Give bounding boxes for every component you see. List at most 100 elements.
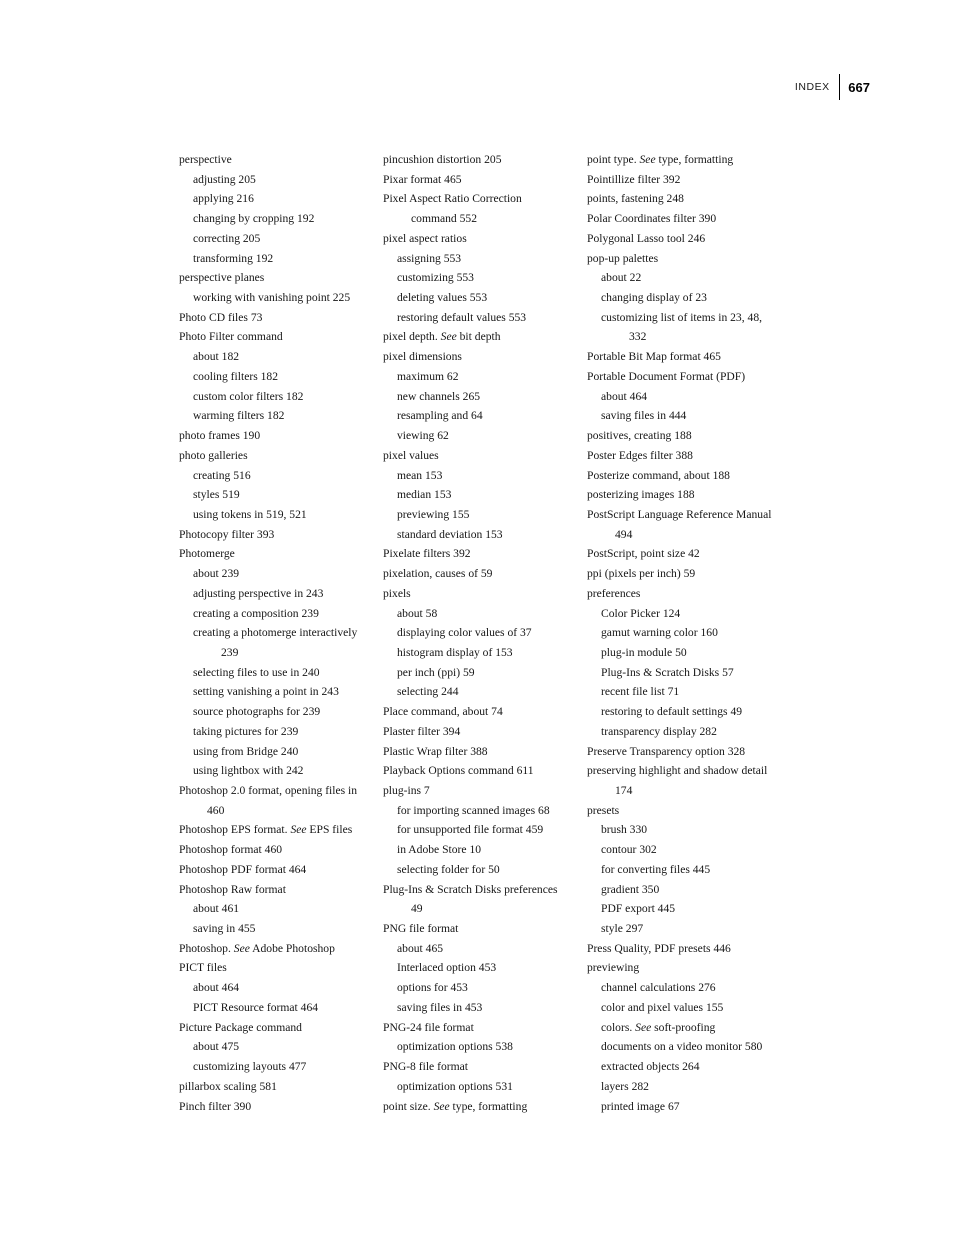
index-entry-main: Photomerge — [179, 547, 235, 561]
index-entry-main: Photoshop. See Adobe Photoshop — [179, 941, 335, 955]
index-entry-sub: saving in 455 — [193, 922, 256, 936]
index-entry-main: perspective planes — [179, 271, 265, 285]
index-entry-main: plug-ins 7 — [383, 784, 430, 797]
index-entry-main: Pinch filter 390 — [179, 1099, 252, 1113]
see-cross-reference: See — [639, 153, 656, 166]
index-entry-sub: maximum 62 — [397, 369, 459, 383]
index-entry-sub: cooling filters 182 — [193, 369, 279, 383]
index-entry-main: PNG file format — [383, 922, 459, 936]
index-entry-main: pixel values — [383, 448, 439, 462]
index-entry-main: PNG-24 file format — [383, 1020, 474, 1034]
index-entry-sub: style 297 — [601, 922, 644, 936]
index-entry-sub: assigning 553 — [397, 251, 462, 265]
index-entry-sub: creating a composition 239 — [193, 606, 319, 620]
see-cross-reference: See — [233, 941, 250, 955]
index-entry-sub: about 464 — [601, 389, 648, 403]
index-entry-main: photo frames 190 — [179, 429, 261, 443]
page-number: 667 — [848, 79, 870, 95]
index-entry-main: presets — [587, 803, 620, 817]
running-head-label: INDEX — [794, 80, 830, 93]
index-entry-sub: plug-in module 50 — [601, 645, 687, 659]
index-entry-sub: creating 516 — [193, 468, 251, 482]
index-entry-sub: deleting values 553 — [397, 291, 488, 305]
index-entry-sub: creating a photomerge interactively 239 — [193, 626, 358, 659]
index-entry-main: Photocopy filter 393 — [179, 527, 275, 541]
index-entry-sub: optimization options 538 — [397, 1040, 513, 1054]
index-entry-sub: transforming 192 — [193, 251, 274, 265]
index-entry-sub: about 461 — [193, 902, 240, 916]
index-entry-sub: setting vanishing a point in 243 — [193, 685, 339, 699]
index-entry-sub: selecting folder for 50 — [397, 862, 500, 876]
index-entry-sub: extracted objects 264 — [601, 1060, 700, 1074]
index-entry-sub: resampling and 64 — [397, 409, 483, 423]
index-entry-sub: using tokens in 519, 521 — [193, 507, 307, 521]
index-entry-sub: warming filters 182 — [193, 409, 285, 423]
index-entry-sub: PICT Resource format 464 — [193, 1000, 319, 1014]
index-entry-main: Plug-Ins & Scratch Disks preferences 49 — [383, 882, 558, 916]
index-entry-sub: selecting files to use in 240 — [193, 665, 320, 679]
page-running-head: INDEX 667 — [0, 74, 954, 100]
index-entry-sub: customizing list of items in 23, 48, 332 — [601, 310, 763, 344]
index-entry-sub: about 475 — [193, 1040, 240, 1054]
index-entry-main: Photo Filter command — [179, 330, 283, 344]
index-entry-main: preserving highlight and shadow detail 1… — [587, 764, 768, 797]
index-entry-main: Pixar format 465 — [383, 172, 462, 186]
index-entry-main: Photoshop EPS format. See EPS files — [179, 823, 353, 837]
index-entry-sub: gamut warning color 160 — [601, 626, 718, 640]
index-entry-sub: saving files in 444 — [601, 409, 687, 423]
index-entry-sub: previewing 155 — [397, 507, 470, 521]
index-entry-sub: working with vanishing point 225 — [193, 291, 351, 305]
index-entry-main: PostScript, point size 42 — [587, 547, 700, 561]
index-entry-sub: changing by cropping 192 — [193, 212, 315, 226]
index-entry-sub: selecting 244 — [397, 685, 459, 699]
index-entry-sub: applying 216 — [193, 192, 254, 206]
index-entry-sub: displaying color values of 37 — [397, 626, 532, 640]
index-entry-main: Photoshop format 460 — [179, 843, 283, 857]
index-entry-sub: Plug-Ins & Scratch Disks 57 — [601, 665, 734, 679]
index-entry-main: pixel aspect ratios — [383, 231, 467, 245]
index-entry-main: Playback Options command 611 — [383, 764, 534, 778]
index-entry-sub: correcting 205 — [193, 231, 261, 245]
index-entry-sub: restoring default values 553 — [397, 310, 527, 324]
index-entry-sub: taking pictures for 239 — [193, 724, 299, 738]
index-entry-main: pixelation, causes of 59 — [383, 567, 493, 581]
index-entry-main: preferences — [587, 586, 641, 600]
see-cross-reference: See — [433, 1099, 450, 1113]
index-entry-sub: about 239 — [193, 567, 240, 581]
index-entry-sub: about 465 — [397, 941, 444, 955]
index-entry-sub: custom color filters 182 — [193, 389, 304, 403]
index-entry-sub: about 182 — [193, 350, 240, 364]
index-entry-sub: customizing 553 — [397, 271, 474, 285]
index-entry-main: pixel dimensions — [383, 350, 462, 364]
index-entry-sub: adjusting 205 — [193, 172, 256, 186]
index-entry-main: Posterize command, about 188 — [587, 468, 730, 482]
index-entry-sub: brush 330 — [601, 823, 648, 837]
index-body: perspective adjusting 205 applying 216 chan… — [179, 150, 839, 1116]
index-entry-sub: using from Bridge 240 — [193, 744, 299, 758]
see-cross-reference: See — [440, 330, 457, 344]
index-entry-sub: changing display of 23 — [601, 291, 707, 305]
column-2: pincushion distortion 205 Pixar format 46… — [383, 150, 569, 1116]
index-entry-main: point size. See type, formatting — [383, 1099, 528, 1113]
index-entry-sub: using lightbox with 242 — [193, 764, 304, 778]
index-entry-main: perspective — [179, 153, 232, 166]
index-entry-main: Photoshop PDF format 464 — [179, 862, 307, 876]
index-entry-sub: about 22 — [601, 271, 642, 285]
index-entry-sub: Interlaced option 453 — [397, 961, 497, 975]
index-entry-sub: contour 302 — [601, 843, 657, 857]
index-entry-main: Photoshop 2.0 format, opening files in 4… — [179, 784, 358, 817]
index-entry-main: PNG-8 file format — [383, 1060, 469, 1074]
index-entry-sub: layers 282 — [601, 1079, 649, 1093]
index-entry-main: Polygonal Lasso tool 246 — [587, 231, 706, 245]
index-entry-sub: styles 519 — [193, 488, 240, 502]
index-entry-main: Polar Coordinates filter 390 — [587, 212, 717, 226]
running-head-group: INDEX 667 — [795, 74, 870, 100]
index-entry-sub: median 153 — [397, 488, 452, 502]
index-entry-sub: colors. See soft-proofing — [601, 1020, 716, 1034]
index-entry-sub: saving files in 453 — [397, 1000, 483, 1014]
index-entry-sub: source photographs for 239 — [193, 705, 321, 719]
index-entry-main: pop-up palettes — [587, 251, 659, 265]
index-entry-sub: in Adobe Store 10 — [397, 843, 482, 857]
index-entry-sub: optimization options 531 — [397, 1079, 513, 1093]
index-entry-main: Photoshop Raw format — [179, 882, 286, 896]
